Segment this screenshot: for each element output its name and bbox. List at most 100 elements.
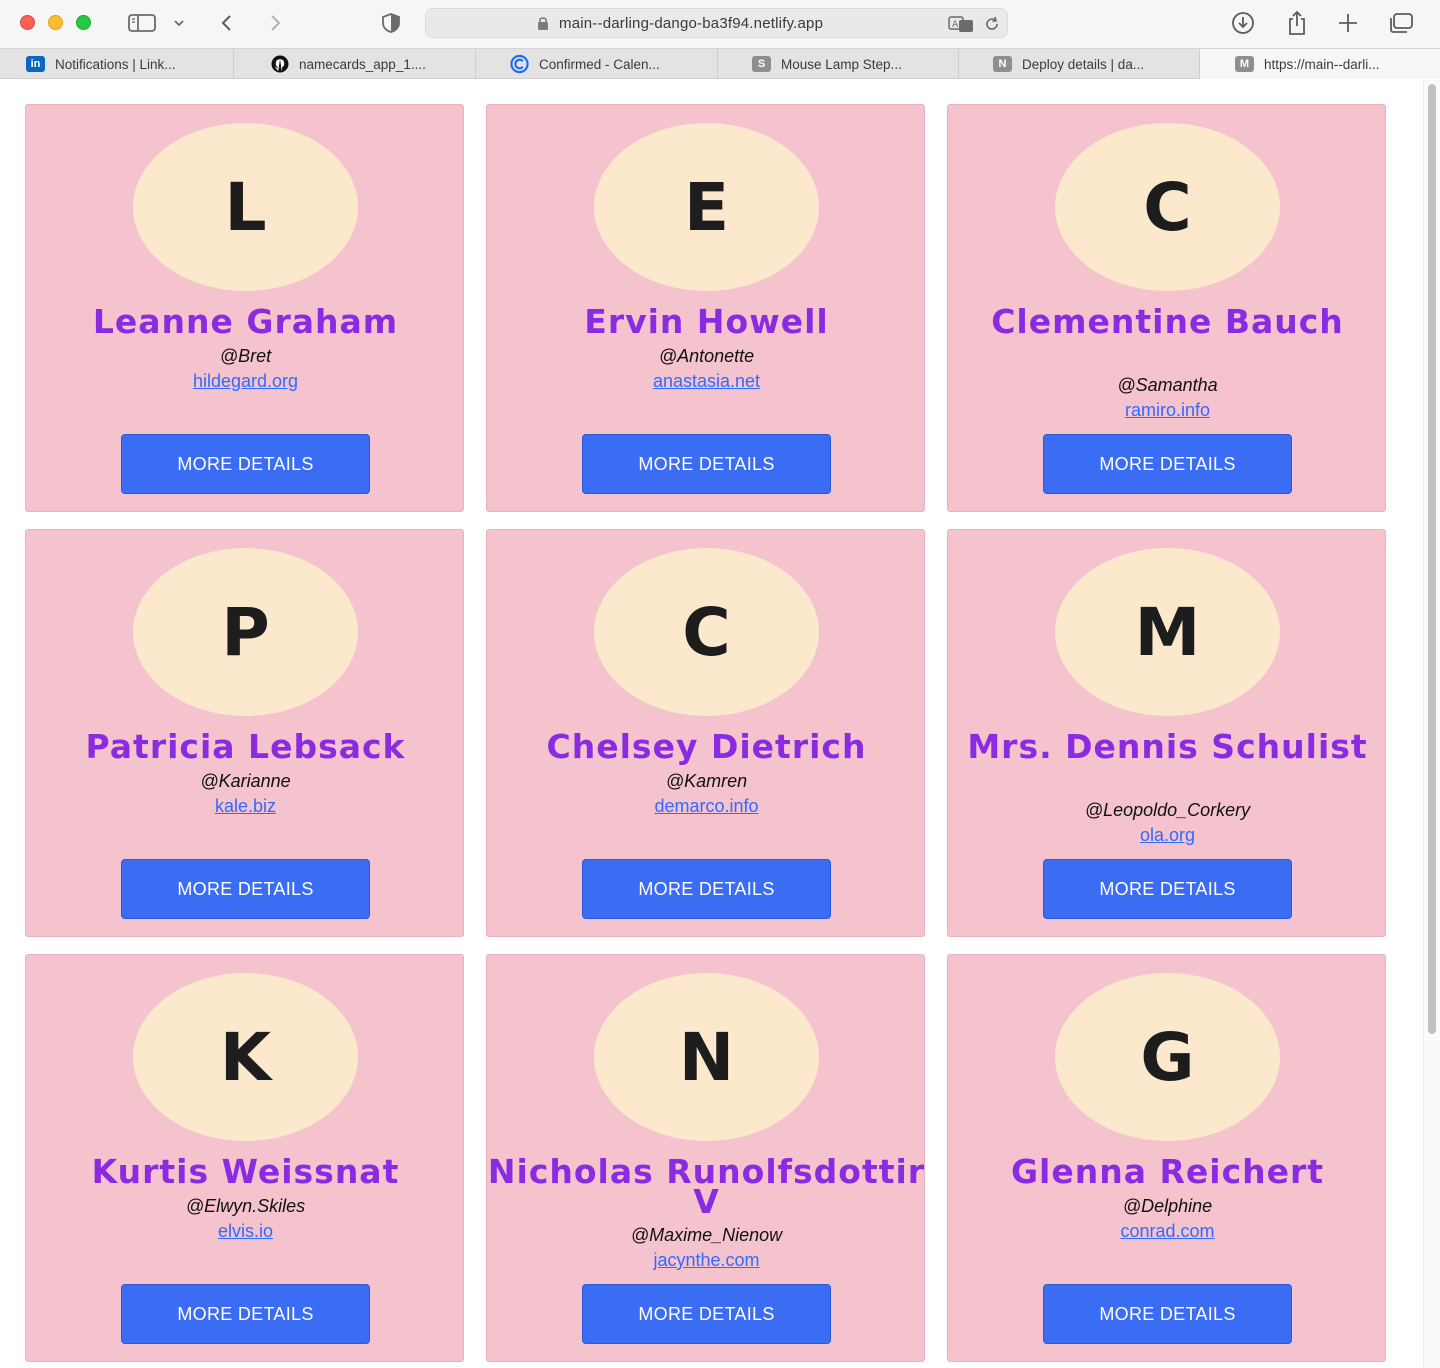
chevron-down-icon[interactable] [172,10,186,36]
browser-toolbar: main--darling-dango-ba3f94.netlify.app A [0,0,1440,48]
avatar: N [594,973,819,1141]
user-handle: @Maxime_Nienow [630,1225,783,1245]
svg-text:A: A [952,20,959,30]
more-details-button[interactable]: MORE DETAILS [1043,1284,1292,1344]
user-name: Kurtis Weissnat [91,1152,400,1191]
user-handle: @Kamren [665,771,748,791]
avatar: C [594,548,819,716]
website-link[interactable]: demarco.info [654,794,758,818]
user-card: K Kurtis Weissnat @Elwyn.Skiles elvis.io… [25,954,464,1362]
zoom-window-button[interactable] [76,15,91,30]
user-name: Chelsey Dietrich [546,727,867,766]
user-card: E Ervin Howell @Antonette anastasia.net … [486,104,925,512]
privacy-shield-icon[interactable] [380,10,402,36]
website-link[interactable]: elvis.io [218,1219,273,1243]
address-bar[interactable]: main--darling-dango-ba3f94.netlify.app A [425,8,1008,38]
forward-icon[interactable] [266,10,284,36]
user-info: @Samantha ramiro.info [948,372,1387,422]
user-info: @Delphine conrad.com [948,1193,1387,1243]
tab-calendly[interactable]: Confirmed - Calen... [476,49,718,79]
n-icon: N [993,56,1012,72]
user-handle: @Delphine [1122,1196,1213,1216]
tab-bar: in Notifications | Link... namecards_app… [0,48,1440,79]
website-link[interactable]: ola.org [1140,823,1195,847]
user-handle: @Leopoldo_Corkery [1084,800,1251,820]
close-window-button[interactable] [20,15,35,30]
user-card: L Leanne Graham @Bret hildegard.org MORE… [25,104,464,512]
user-name: Patricia Lebsack [85,727,406,766]
website-link[interactable]: kale.biz [215,794,276,818]
github-icon [270,55,289,73]
tab-deploy-details[interactable]: N Deploy details | da... [959,49,1200,79]
avatar: P [133,548,358,716]
m-icon: M [1235,56,1254,72]
user-card: N Nicholas Runolfsdottir V @Maxime_Nieno… [486,954,925,1362]
url-text: main--darling-dango-ba3f94.netlify.app [559,15,824,32]
user-handle: @Samantha [1117,375,1218,395]
calendly-icon [510,54,529,74]
user-info: @Bret hildegard.org [26,343,465,393]
translate-icon[interactable]: A [948,15,974,38]
avatar: K [133,973,358,1141]
lock-icon [537,16,549,36]
user-info: @Maxime_Nienow jacynthe.com [487,1222,926,1272]
reload-icon[interactable] [983,15,1001,38]
tab-linkedin[interactable]: in Notifications | Link... [0,49,234,79]
more-details-button[interactable]: MORE DETAILS [121,1284,370,1344]
more-details-button[interactable]: MORE DETAILS [1043,859,1292,919]
user-card: C Clementine Bauch @Samantha ramiro.info… [947,104,1386,512]
avatar: E [594,123,819,291]
more-details-button[interactable]: MORE DETAILS [582,1284,831,1344]
user-handle: @Elwyn.Skiles [185,1196,306,1216]
user-name: Glenna Reichert [1010,1152,1325,1191]
user-handle: @Karianne [200,771,291,791]
user-card: M Mrs. Dennis Schulist @Leopoldo_Corkery… [947,529,1386,937]
user-handle: @Bret [219,346,272,366]
tab-current[interactable]: M https://main--darli... [1200,49,1440,79]
tab-title: Notifications | Link... [55,56,176,72]
more-details-button[interactable]: MORE DETAILS [121,859,370,919]
user-card: C Chelsey Dietrich @Kamren demarco.info … [486,529,925,937]
linkedin-icon: in [26,56,45,72]
vertical-scrollbar[interactable] [1423,80,1440,1368]
page-content: L Leanne Graham @Bret hildegard.org MORE… [0,80,1423,1368]
website-link[interactable]: ramiro.info [1125,398,1210,422]
user-name: Ervin Howell [584,302,829,341]
tab-title: Deploy details | da... [1022,56,1145,72]
user-name: Leanne Graham [92,302,399,341]
tab-title: namecards_app_1.... [299,56,426,72]
user-handle: @Antonette [658,346,755,366]
s-icon: S [752,56,771,72]
more-details-button[interactable]: MORE DETAILS [582,434,831,494]
scrollbar-thumb[interactable] [1428,84,1436,1034]
tab-mouse-lamp[interactable]: S Mouse Lamp Step... [718,49,959,79]
avatar: C [1055,123,1280,291]
avatar: G [1055,973,1280,1141]
user-info: @Karianne kale.biz [26,768,465,818]
user-card: P Patricia Lebsack @Karianne kale.biz MO… [25,529,464,937]
user-name: Nicholas Runolfsdottir V [487,1152,926,1221]
user-info: @Leopoldo_Corkery ola.org [948,797,1387,847]
user-info: @Kamren demarco.info [487,768,926,818]
tab-title: https://main--darli... [1264,56,1380,72]
avatar: M [1055,548,1280,716]
minimize-window-button[interactable] [48,15,63,30]
tab-title: Mouse Lamp Step... [781,56,902,72]
tab-overview-icon[interactable] [1388,10,1414,36]
tab-github[interactable]: namecards_app_1.... [234,49,476,79]
website-link[interactable]: anastasia.net [653,369,760,393]
website-link[interactable]: jacynthe.com [653,1248,759,1272]
back-icon[interactable] [218,10,236,36]
downloads-icon[interactable] [1231,10,1255,36]
more-details-button[interactable]: MORE DETAILS [121,434,370,494]
user-info: @Elwyn.Skiles elvis.io [26,1193,465,1243]
more-details-button[interactable]: MORE DETAILS [582,859,831,919]
user-info: @Antonette anastasia.net [487,343,926,393]
share-icon[interactable] [1285,10,1309,36]
website-link[interactable]: hildegard.org [193,369,298,393]
sidebar-toggle-icon[interactable] [128,10,156,36]
website-link[interactable]: conrad.com [1120,1219,1214,1243]
more-details-button[interactable]: MORE DETAILS [1043,434,1292,494]
avatar: L [133,123,358,291]
new-tab-icon[interactable] [1337,10,1359,36]
